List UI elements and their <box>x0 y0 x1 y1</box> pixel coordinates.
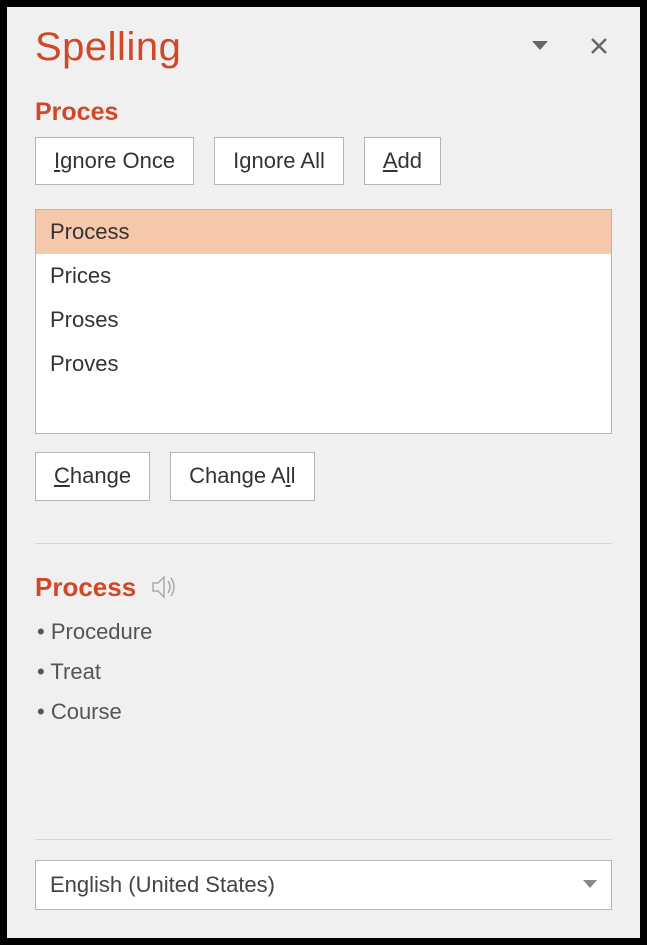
suggestion-item[interactable]: Proves <box>36 342 611 386</box>
ignore-button-row: Ignore Once Ignore All Add <box>35 137 612 185</box>
header-icons <box>532 37 608 55</box>
suggestion-item[interactable]: Proses <box>36 298 611 342</box>
language-select[interactable]: English (United States) <box>35 860 612 910</box>
pane-title: Spelling <box>35 25 181 70</box>
ignore-once-button[interactable]: Ignore Once <box>35 137 194 185</box>
add-button[interactable]: Add <box>364 137 441 185</box>
suggestions-list: Process Prices Proses Proves <box>35 209 612 434</box>
synonyms-list: Procedure Treat Course <box>35 619 612 739</box>
close-icon[interactable] <box>590 37 608 55</box>
suggestion-item[interactable]: Prices <box>36 254 611 298</box>
chevron-down-icon <box>583 876 597 894</box>
selected-word: Process <box>35 572 136 603</box>
change-button[interactable]: Change <box>35 452 150 500</box>
spelling-pane: Spelling Proces Ignore Once Ignore All A… <box>7 7 640 938</box>
misspelled-word: Proces <box>35 98 612 127</box>
synonym-item: Procedure <box>37 619 612 645</box>
ignore-all-button[interactable]: Ignore All <box>214 137 344 185</box>
language-text: English (United States) <box>50 872 275 898</box>
pane-options-icon[interactable] <box>532 41 548 51</box>
divider <box>35 839 612 840</box>
change-button-row: Change Change All <box>35 452 612 500</box>
synonym-item: Treat <box>37 659 612 685</box>
suggestion-item[interactable]: Process <box>36 210 611 254</box>
speaker-icon[interactable] <box>152 575 178 599</box>
synonym-item: Course <box>37 699 612 725</box>
divider <box>35 543 612 544</box>
selected-word-row: Process <box>35 572 612 603</box>
pane-header: Spelling <box>35 25 612 70</box>
change-all-button[interactable]: Change All <box>170 452 314 500</box>
